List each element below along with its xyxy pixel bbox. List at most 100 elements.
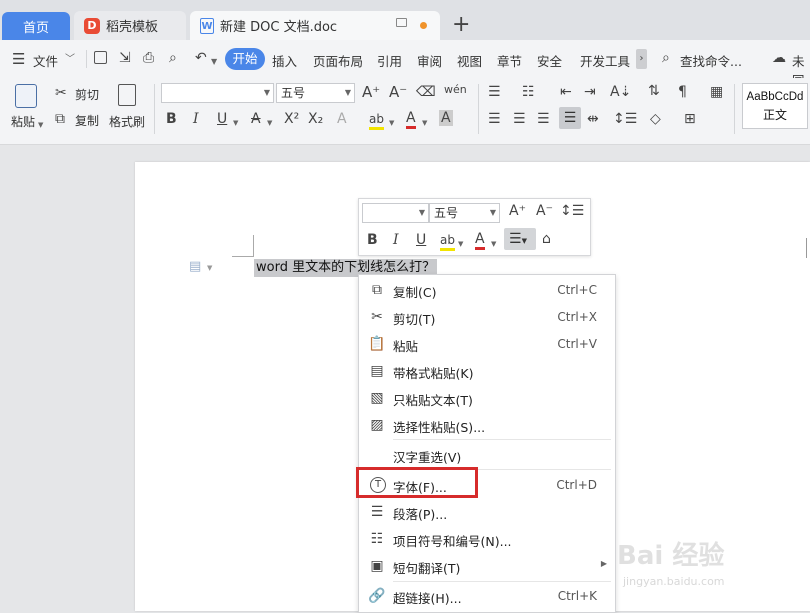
menu-developer[interactable]: 开发工具 xyxy=(580,51,630,70)
paste-button[interactable]: 粘贴 xyxy=(11,113,35,130)
menu-review[interactable]: 审阅 xyxy=(417,51,442,70)
menu-item-paste-text-only[interactable]: ▧ 只粘贴文本(T) xyxy=(359,385,615,411)
hamburger-icon[interactable]: ☰ xyxy=(12,51,25,67)
strikethrough-icon[interactable]: A xyxy=(251,111,261,127)
undo-icon[interactable]: ↶ xyxy=(195,50,207,66)
export-pdf-icon[interactable]: ⇲ xyxy=(119,50,131,66)
shrink-font-icon[interactable]: A⁻ xyxy=(536,203,553,219)
cut-icon[interactable]: ✂ xyxy=(55,85,67,101)
tab-templates[interactable]: D 稻壳模板 xyxy=(74,11,186,40)
line-spacing-icon[interactable]: ↕☰ xyxy=(613,111,637,127)
font-color-icon[interactable]: A xyxy=(475,231,485,250)
pinyin-guide-icon[interactable]: wén xyxy=(444,82,467,98)
highlight-icon[interactable]: ab xyxy=(369,111,384,130)
print-preview-icon[interactable]: ⌕ xyxy=(169,50,177,66)
menu-bar: ☰ 文件 ﹀ ⇲ ⎙ ⌕ ↶ ▼ 开始 插入 页面布局 引用 审阅 视图 章节 … xyxy=(0,40,810,88)
menu-item-hyperlink[interactable]: 🔗 超链接(H)... Ctrl+K xyxy=(359,583,615,609)
menu-home[interactable]: 开始 xyxy=(225,48,265,70)
chevron-down-icon[interactable]: ﹀ xyxy=(65,52,75,68)
chevron-down-icon[interactable]: ▼ xyxy=(267,115,272,131)
menu-item-paste-special[interactable]: ▨ 选择性粘贴(S)... xyxy=(359,412,615,438)
align-icon[interactable]: ☰▼ xyxy=(504,228,536,250)
cloud-icon[interactable]: ☁ xyxy=(772,50,786,66)
chevron-down-icon[interactable]: ▼ xyxy=(422,115,427,131)
cut-button[interactable]: 剪切 xyxy=(75,86,99,103)
show-marks-icon[interactable]: ¶ xyxy=(678,84,687,100)
grow-font-icon[interactable]: A⁺ xyxy=(509,203,526,219)
copy-button[interactable]: 复制 xyxy=(75,112,99,129)
underline-icon[interactable]: U xyxy=(416,232,426,248)
align-left-icon[interactable]: ☰ xyxy=(488,111,501,127)
menu-chapter[interactable]: 章节 xyxy=(497,51,522,70)
format-painter-icon[interactable] xyxy=(118,84,136,106)
underline-icon[interactable]: U xyxy=(217,111,227,127)
paste-icon[interactable] xyxy=(15,84,37,108)
monitor-icon[interactable] xyxy=(396,18,407,27)
menu-references[interactable]: 引用 xyxy=(377,51,402,70)
justify-icon[interactable]: ☰ xyxy=(559,107,581,129)
menu-page-layout[interactable]: 页面布局 xyxy=(313,51,363,70)
char-shading-icon[interactable]: A xyxy=(439,110,453,126)
tab-home[interactable]: 首页 xyxy=(2,12,70,40)
copy-icon[interactable]: ⧉ xyxy=(55,111,65,127)
menu-item-paste[interactable]: 📋 粘贴 Ctrl+V xyxy=(359,331,615,357)
superscript-icon[interactable]: X² xyxy=(284,111,299,127)
menu-item-cut[interactable]: ✂ 剪切(T) Ctrl+X xyxy=(359,304,615,330)
increase-indent-icon[interactable]: ⇥ xyxy=(584,84,596,100)
bullets-icon[interactable]: ☰ xyxy=(488,84,501,100)
chevron-down-icon[interactable]: ▼ xyxy=(38,117,43,133)
menu-security[interactable]: 安全 xyxy=(537,51,562,70)
menu-item-paste-with-format[interactable]: ▤ 带格式粘贴(K) xyxy=(359,358,615,384)
menu-file[interactable]: 文件 xyxy=(33,51,58,70)
chevron-down-icon[interactable]: ▼ xyxy=(491,236,496,252)
borders-icon[interactable]: ⊞ xyxy=(684,111,696,127)
menu-item-reconvert[interactable]: 汉字重选(V) xyxy=(359,442,615,468)
font-size-combo[interactable]: 五号 ▼ xyxy=(276,83,355,103)
numbering-icon[interactable]: ☷ xyxy=(522,84,535,100)
sort-icon[interactable]: ⇅ xyxy=(648,83,660,99)
mini-font-name-combo[interactable]: ▼ xyxy=(362,203,429,223)
bold-icon[interactable]: B xyxy=(367,232,378,248)
search-command[interactable]: 查找命令... xyxy=(680,51,742,70)
chevron-down-icon[interactable]: ▼ xyxy=(207,264,212,272)
format-painter-button[interactable]: 格式刷 xyxy=(109,113,145,130)
bold-icon[interactable]: B xyxy=(166,111,177,127)
chevron-down-icon[interactable]: ▼ xyxy=(389,115,394,131)
font-name-combo[interactable]: ▼ xyxy=(161,83,274,103)
format-painter-icon[interactable]: ⌂ xyxy=(542,231,551,247)
menu-view[interactable]: 视图 xyxy=(457,51,482,70)
shrink-font-icon[interactable]: A⁻ xyxy=(389,84,407,100)
table-icon[interactable]: ▦ xyxy=(710,84,723,100)
save-icon[interactable] xyxy=(94,51,107,64)
text-direction-icon[interactable]: A⇣ xyxy=(610,84,631,100)
italic-icon[interactable]: I xyxy=(193,111,199,127)
align-center-icon[interactable]: ☰ xyxy=(513,111,526,127)
tab-document[interactable]: W 新建 DOC 文档.doc xyxy=(190,11,440,40)
menu-item-bullets-numbering[interactable]: ☷ 项目符号和编号(N)... xyxy=(359,526,615,552)
menu-insert[interactable]: 插入 xyxy=(272,51,297,70)
mini-font-size-combo[interactable]: 五号 ▼ xyxy=(429,203,500,223)
shading-icon[interactable]: ◇ xyxy=(650,111,661,127)
print-icon[interactable]: ⎙ xyxy=(143,50,154,66)
chevron-down-icon[interactable]: ▼ xyxy=(211,54,217,70)
grow-font-icon[interactable]: A⁺ xyxy=(362,84,380,100)
clear-format-icon[interactable]: ⌫ xyxy=(416,84,436,100)
line-spacing-icon[interactable]: ↕☰ xyxy=(560,203,584,219)
style-normal[interactable]: AaBbCcDd 正文 xyxy=(742,83,808,129)
chevron-down-icon[interactable]: ▼ xyxy=(458,236,463,252)
subscript-icon[interactable]: X₂ xyxy=(308,111,323,127)
align-right-icon[interactable]: ☰ xyxy=(537,111,550,127)
more-menu-button[interactable]: › xyxy=(636,49,647,69)
highlight-icon[interactable]: ab xyxy=(440,232,455,251)
menu-item-copy[interactable]: ⧉ 复制(C) Ctrl+C xyxy=(359,277,615,303)
font-color-icon[interactable]: A xyxy=(406,110,416,129)
menu-item-translate[interactable]: ▣ 短句翻译(T) ▶ xyxy=(359,553,615,579)
text-effect-icon[interactable]: A xyxy=(337,111,347,127)
distributed-icon[interactable]: ⇹ xyxy=(587,111,599,127)
italic-icon[interactable]: I xyxy=(393,232,399,248)
decrease-indent-icon[interactable]: ⇤ xyxy=(560,84,572,100)
new-tab-button[interactable]: + xyxy=(452,14,470,36)
chevron-down-icon[interactable]: ▼ xyxy=(233,115,238,131)
paragraph-handle-icon[interactable]: ▤ xyxy=(189,259,201,274)
menu-item-paragraph[interactable]: ☰ 段落(P)... xyxy=(359,499,615,525)
